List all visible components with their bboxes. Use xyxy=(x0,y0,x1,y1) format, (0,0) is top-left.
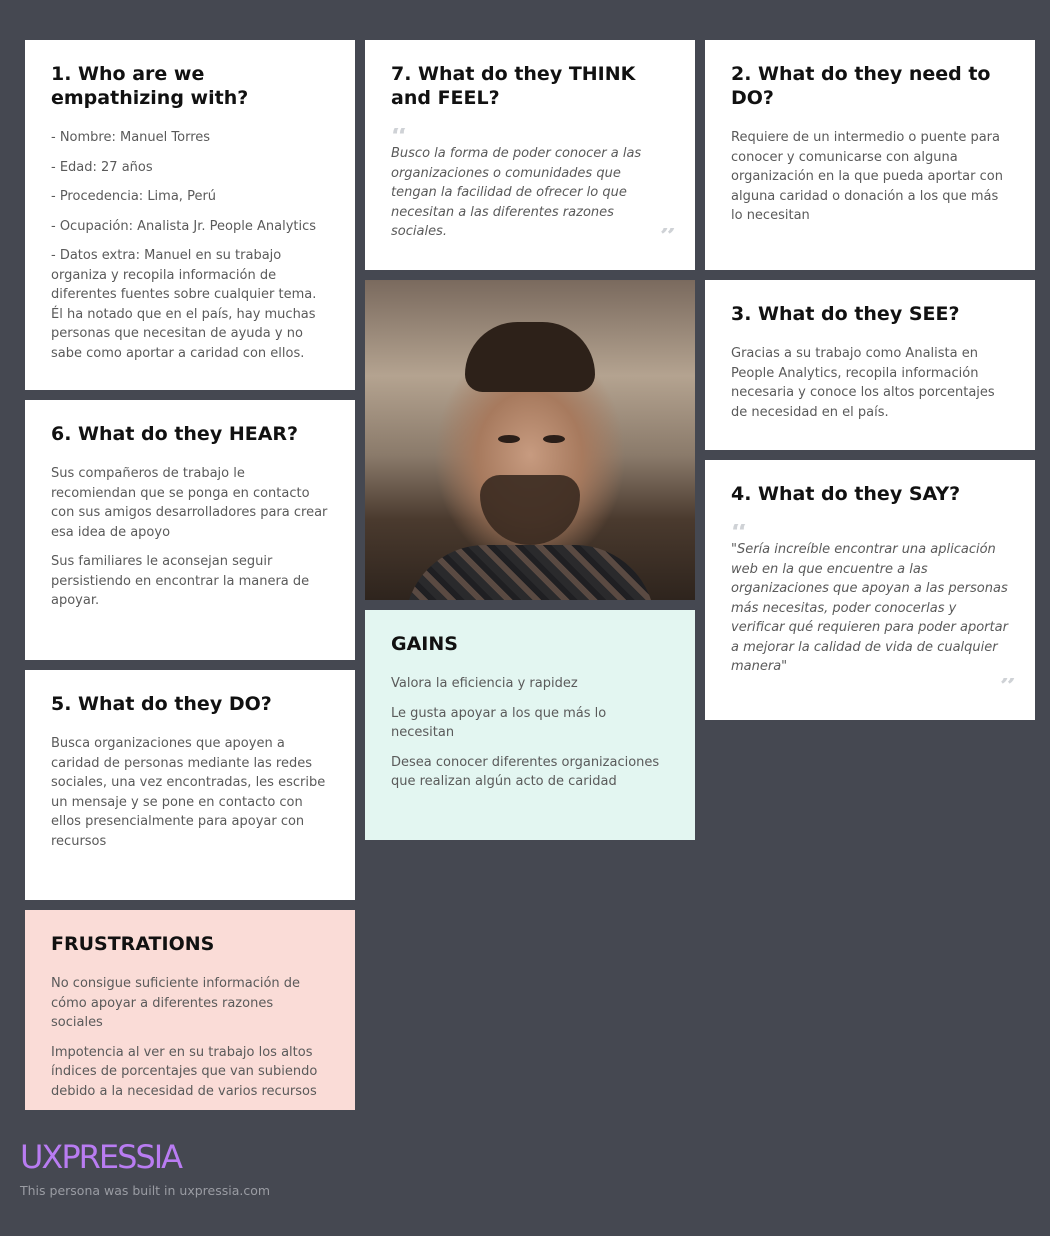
hear-title: 6. What do they HEAR? xyxy=(51,423,299,445)
hear-item: Sus familiares le aconsejan seguir persi… xyxy=(51,554,310,608)
photo-beard xyxy=(480,475,580,545)
photo-shirt xyxy=(405,545,655,600)
who-title: 1. Who are we empathizing with? xyxy=(51,63,249,109)
who-origin: - Procedencia: Lima, Perú xyxy=(51,189,217,204)
think-quote: Busco la forma de poder conocer a las or… xyxy=(391,146,642,239)
quote-open-icon: “ xyxy=(731,524,1009,540)
say-title: 4. What do they SAY? xyxy=(731,483,961,505)
need-text: Requiere de un intermedio o puente para … xyxy=(731,130,1003,223)
need-card: 2. What do they need to DO? Requiere de … xyxy=(705,40,1035,270)
need-title: 2. What do they need to DO? xyxy=(731,63,991,109)
do-title: 5. What do they DO? xyxy=(51,693,272,715)
who-occupation: - Ocupación: Analista Jr. People Analyti… xyxy=(51,218,317,234)
who-name: - Nombre: Manuel Torres xyxy=(51,130,211,145)
frustration-item: No consigue suficiente información de có… xyxy=(51,976,301,1030)
gain-item: Desea conocer diferentes organizaciones … xyxy=(391,754,660,790)
see-text: Gracias a su trabajo como Analista en Pe… xyxy=(731,346,995,420)
quote-close-icon: ” xyxy=(660,228,677,244)
do-card: 5. What do they DO? Busca organizaciones… xyxy=(25,670,355,900)
do-text: Busca organizaciones que apoyen a carida… xyxy=(51,736,326,849)
photo-eye xyxy=(543,435,565,443)
gains-title: GAINS xyxy=(391,633,458,655)
gains-card: GAINS Valora la eficiencia y rapidez Le … xyxy=(365,610,695,840)
say-card: 4. What do they SAY? “ "Sería increíble … xyxy=(705,460,1035,720)
frustrations-title: FRUSTRATIONS xyxy=(51,933,215,955)
footer-note: This persona was built in uxpressia.com xyxy=(20,1183,271,1198)
gain-item: Valora la eficiencia y rapidez xyxy=(391,676,578,691)
quote-close-icon: ” xyxy=(1000,678,1017,694)
gain-item: Le gusta apoyar a los que más lo necesit… xyxy=(391,705,607,741)
see-title: 3. What do they SEE? xyxy=(731,303,960,325)
who-age: - Edad: 27 años xyxy=(51,159,153,175)
who-card: 1. Who are we empathizing with? - Nombre… xyxy=(25,40,355,390)
see-card: 3. What do they SEE? Gracias a su trabaj… xyxy=(705,280,1035,450)
think-title: 7. What do they THINK and FEEL? xyxy=(391,63,636,109)
hear-item: Sus compañeros de trabajo le recomiendan… xyxy=(51,466,328,540)
say-quote: "Sería increíble encontrar una aplicació… xyxy=(731,542,1008,674)
frustrations-card: FRUSTRATIONS No consigue suficiente info… xyxy=(25,910,355,1110)
frustration-item: Impotencia al ver en su trabajo los alto… xyxy=(51,1044,318,1099)
uxpressia-logo[interactable]: UXPRESSIA xyxy=(20,1138,183,1176)
who-extra: - Datos extra: Manuel en su trabajo orga… xyxy=(51,248,317,361)
photo-hair xyxy=(465,322,595,392)
photo-eye xyxy=(498,435,520,443)
hear-card: 6. What do they HEAR? Sus compañeros de … xyxy=(25,400,355,660)
think-card: 7. What do they THINK and FEEL? “ Busco … xyxy=(365,40,695,270)
quote-open-icon: “ xyxy=(391,128,669,144)
persona-photo xyxy=(365,280,695,600)
